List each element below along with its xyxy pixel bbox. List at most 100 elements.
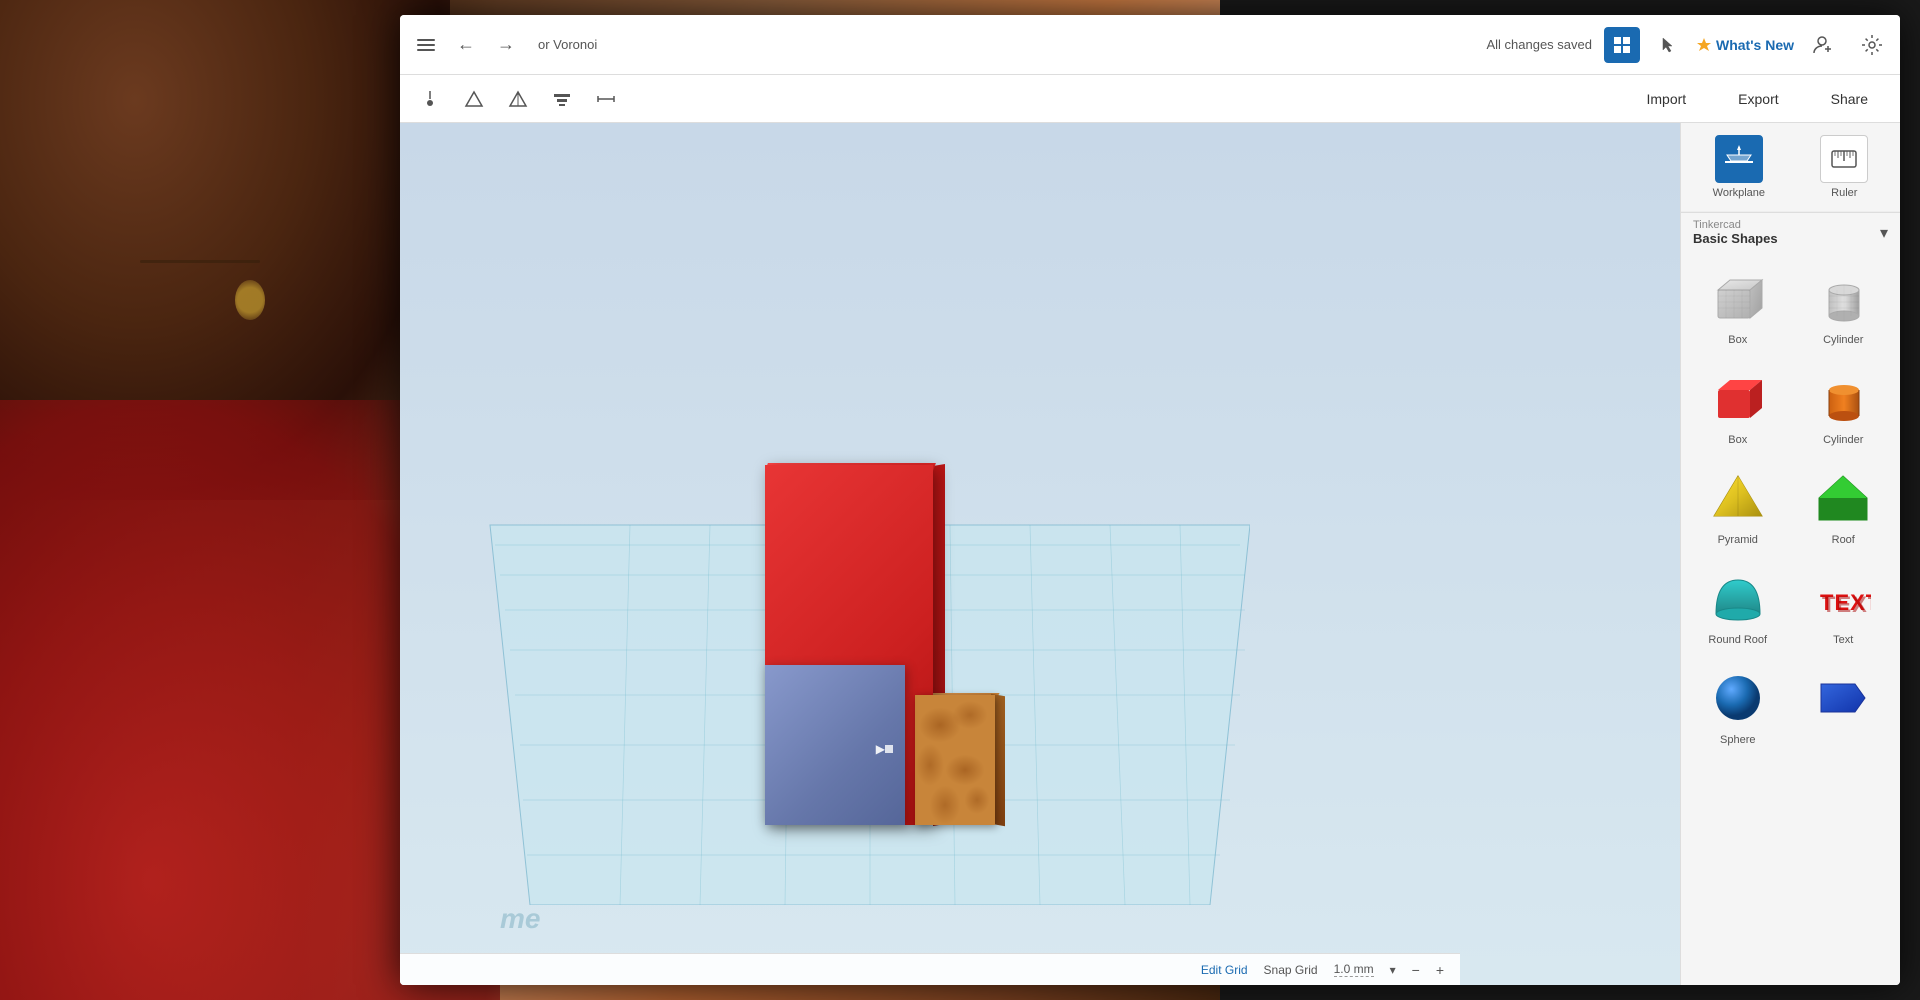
pyramid-icon	[1706, 466, 1770, 530]
export-button[interactable]: Export	[1722, 85, 1794, 113]
shape-item-gray-cylinder[interactable]: Cylinder	[1791, 256, 1897, 356]
main-toolbar: ← → or Voronoi All changes saved	[400, 15, 1900, 75]
add-user-button[interactable]	[1806, 27, 1842, 63]
hamburger-icon	[411, 33, 441, 57]
point-tool-button[interactable]	[416, 85, 444, 113]
roof-svg	[1815, 470, 1871, 526]
textured-block-object[interactable]	[915, 695, 995, 825]
red-box-svg	[1710, 370, 1766, 426]
shapes-dropdown-button[interactable]: ▾	[1880, 223, 1888, 243]
grid-view-button[interactable]	[1604, 27, 1640, 63]
blue-panel-object[interactable]: ▶	[765, 665, 905, 825]
zoom-in-button[interactable]: +	[1436, 962, 1444, 978]
gray-cylinder-label: Cylinder	[1823, 334, 1863, 346]
text-shape-svg: TEXT TEXT	[1815, 570, 1871, 626]
user-add-icon	[1812, 33, 1836, 57]
shape2-svg	[1815, 670, 1871, 726]
gray-box-svg	[1710, 270, 1766, 326]
gray-box-label: Box	[1728, 334, 1747, 346]
shape-item-orange-cylinder[interactable]: Cylinder	[1791, 356, 1897, 456]
snap-dropdown-button[interactable]: ▾	[1390, 963, 1396, 977]
round-roof-label: Round Roof	[1708, 634, 1767, 646]
text-shape-icon: TEXT TEXT	[1811, 566, 1875, 630]
shapes-section-header: Tinkercad Basic Shapes ▾	[1681, 213, 1900, 252]
gray-cylinder-svg	[1815, 270, 1871, 326]
menu-button[interactable]	[410, 29, 442, 61]
shape2-icon	[1811, 666, 1875, 730]
whats-new-button[interactable]: What's New	[1696, 37, 1794, 53]
align-tool-button[interactable]	[548, 85, 576, 113]
red-box-label: Box	[1728, 434, 1747, 446]
panel-tools: Workplane Ruler	[1681, 123, 1900, 212]
align-icon	[552, 89, 572, 109]
sketch-title: or Voronoi	[538, 37, 597, 52]
gray-box-icon	[1706, 266, 1770, 330]
pick-tool-button[interactable]	[1652, 29, 1684, 61]
whats-new-label: What's New	[1716, 37, 1794, 53]
gray-cylinder-icon	[1811, 266, 1875, 330]
pyramid-svg	[1710, 470, 1766, 526]
workplane-tool[interactable]: Workplane	[1705, 127, 1773, 207]
measure-icon	[596, 89, 616, 109]
shape-item-red-box[interactable]: Box	[1685, 356, 1791, 456]
ruler-label: Ruler	[1831, 187, 1857, 199]
shape-item-sphere[interactable]: Sphere	[1685, 656, 1791, 756]
workplane-icon	[1715, 135, 1763, 183]
save-status: All changes saved	[1486, 37, 1592, 52]
triangle2-tool-button[interactable]	[504, 85, 532, 113]
share-button[interactable]: Share	[1815, 85, 1884, 113]
triangle2-icon	[508, 89, 528, 109]
zoom-out-button[interactable]: −	[1412, 962, 1420, 978]
ruler-icon	[1820, 135, 1868, 183]
triangle-icon	[464, 89, 484, 109]
toolbar-right: All changes saved	[1486, 27, 1890, 63]
point-icon	[420, 89, 440, 109]
import-button[interactable]: Import	[1630, 85, 1702, 113]
roof-label: Roof	[1832, 534, 1855, 546]
status-bar: Edit Grid Snap Grid 1.0 mm ▾ − +	[400, 953, 1460, 985]
orange-cylinder-label: Cylinder	[1823, 434, 1863, 446]
pyramid-label: Pyramid	[1718, 534, 1758, 546]
canvas-area[interactable]: me ▶	[400, 123, 1680, 985]
shape-item-gray-box[interactable]: Box	[1685, 256, 1791, 356]
orange-cylinder-svg	[1815, 370, 1871, 426]
snap-value[interactable]: 1.0 mm	[1334, 962, 1374, 977]
viewport[interactable]: me ▶	[400, 123, 1680, 985]
edit-grid-label[interactable]: Edit Grid	[1201, 963, 1248, 977]
measure-tool-button[interactable]	[592, 85, 620, 113]
viewport-label: me	[500, 903, 540, 935]
toolbar-left: ← → or Voronoi	[410, 29, 1486, 61]
text-shape-label: Text	[1833, 634, 1853, 646]
redo-button[interactable]: →	[490, 29, 522, 61]
secondary-toolbar: Import Export Share	[400, 75, 1900, 123]
workplane-svg	[1723, 143, 1755, 175]
shape-item-roof[interactable]: Roof	[1791, 456, 1897, 556]
ruler-tool[interactable]: Ruler	[1812, 127, 1876, 207]
star-icon	[1696, 37, 1712, 53]
sphere-label: Sphere	[1720, 734, 1755, 746]
shape-item-shape2[interactable]	[1791, 656, 1897, 756]
right-panel: Workplane Ruler	[1680, 123, 1900, 985]
round-roof-icon	[1706, 566, 1770, 630]
red-box-icon	[1706, 366, 1770, 430]
settings-button[interactable]	[1854, 27, 1890, 63]
triangle-tool-button[interactable]	[460, 85, 488, 113]
toolbar2-right: Import Export Share	[1630, 85, 1884, 113]
undo-button[interactable]: ←	[450, 29, 482, 61]
shape-item-round-roof[interactable]: Round Roof	[1685, 556, 1791, 656]
ruler-svg	[1828, 143, 1860, 175]
shape-item-text[interactable]: TEXT TEXT Text	[1791, 556, 1897, 656]
grid-icon	[1613, 36, 1631, 54]
gear-icon	[1860, 33, 1884, 57]
sphere-icon	[1706, 666, 1770, 730]
workplane-label: Workplane	[1713, 187, 1765, 199]
roof-icon	[1811, 466, 1875, 530]
shapes-category: Tinkercad	[1693, 219, 1778, 231]
snap-grid-label: Snap Grid	[1264, 963, 1318, 977]
sphere-svg	[1710, 670, 1766, 726]
pick-icon	[1659, 36, 1677, 54]
shape-item-pyramid[interactable]: Pyramid	[1685, 456, 1791, 556]
shapes-title: Basic Shapes	[1693, 231, 1778, 246]
screen: ← → or Voronoi All changes saved	[400, 15, 1900, 985]
orange-cylinder-icon	[1811, 366, 1875, 430]
